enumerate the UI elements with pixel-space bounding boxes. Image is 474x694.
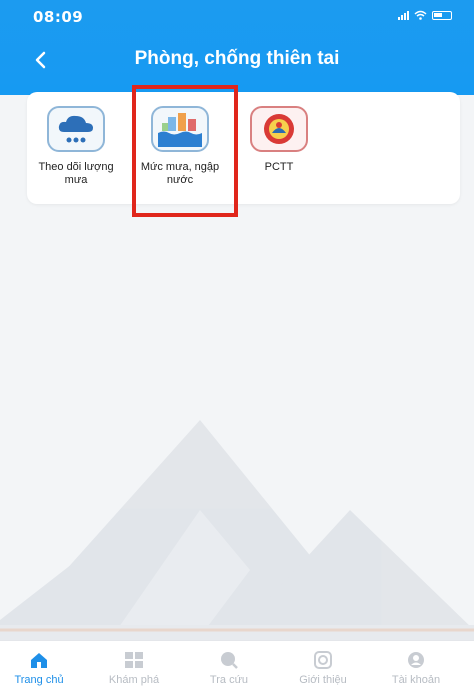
tab-label: Giới thiệu: [299, 674, 347, 686]
tab-label: Khám phá: [108, 674, 160, 686]
grid-icon: [89, 649, 179, 671]
tile-pctt[interactable]: PCTT: [239, 106, 319, 174]
account-icon: [371, 649, 461, 671]
rain-cloud-icon: [47, 106, 105, 152]
status-bar: 08:09: [0, 0, 474, 34]
status-icons: [398, 10, 452, 20]
tab-account[interactable]: Tài khoản: [371, 649, 461, 686]
tab-label: Tài khoản: [391, 674, 441, 686]
tab-about[interactable]: Giới thiệu: [278, 649, 368, 686]
tab-label: Trang chủ: [14, 674, 64, 686]
tab-search[interactable]: Tra cứu: [184, 649, 274, 686]
nav-bar: Phòng, chống thiên tai: [0, 40, 474, 80]
bottom-tab-bar: Trang chủ Khám phá Tra cứu Giới thiệu Tà…: [0, 640, 474, 694]
tab-explore[interactable]: Khám phá: [89, 649, 179, 686]
search-icon: [184, 649, 274, 671]
tile-label: PCTT: [264, 161, 294, 173]
tile-rain-tracking[interactable]: Theo dõi lượng mưa: [36, 106, 116, 187]
wifi-icon: [414, 10, 427, 20]
page-title: Phòng, chống thiên tai: [134, 48, 340, 69]
app-header: 08:09 Phòng, chống thiên tai: [0, 0, 474, 95]
info-icon: [278, 649, 368, 671]
battery-icon: [432, 10, 452, 20]
highlight-box: [132, 85, 238, 217]
signal-icon: [398, 10, 409, 20]
feature-card: Theo dõi lượng mưa Mức mưa, ngập nước PC…: [27, 92, 460, 204]
home-icon: [0, 649, 84, 671]
tile-label: Theo dõi lượng mưa: [38, 161, 114, 186]
background-watermark: [0, 420, 474, 660]
tab-home[interactable]: Trang chủ: [0, 649, 84, 686]
pctt-emblem-icon: [250, 106, 308, 152]
status-time: 08:09: [33, 8, 84, 26]
tab-label: Tra cứu: [209, 674, 249, 686]
